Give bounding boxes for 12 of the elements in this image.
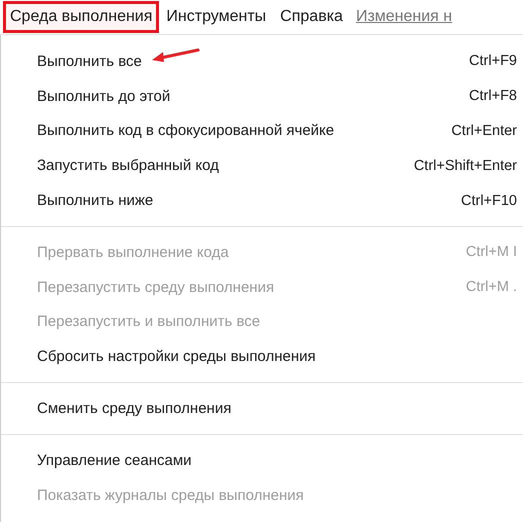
menu-item[interactable]: Выполнить до этой Ctrl+F8 — [1, 78, 523, 114]
menu-item[interactable]: Выполнить ниже Ctrl+F10 — [1, 183, 523, 218]
menu-item[interactable]: Управление сеансами — [1, 442, 523, 478]
menu-item[interactable]: Выполнить код в сфокусированной ячейке Ctrl+Enter — [1, 114, 523, 148]
menu-item[interactable]: Выполнить все Ctrl+F9 — [1, 44, 523, 79]
menu-item[interactable]: Запустить выбранный код Ctrl+Shift+Enter — [1, 148, 523, 184]
menu-tab[interactable]: Инструменты — [159, 1, 274, 33]
menu-tab[interactable]: Среда выполнения — [3, 1, 160, 33]
changes-link[interactable]: Изменения н — [350, 2, 458, 32]
menu-item[interactable]: Сменить среду выполнения — [1, 391, 523, 426]
menu-tab[interactable]: Справка — [273, 1, 350, 33]
menu-item[interactable]: Сбросить настройки среды выполнения — [1, 339, 523, 374]
